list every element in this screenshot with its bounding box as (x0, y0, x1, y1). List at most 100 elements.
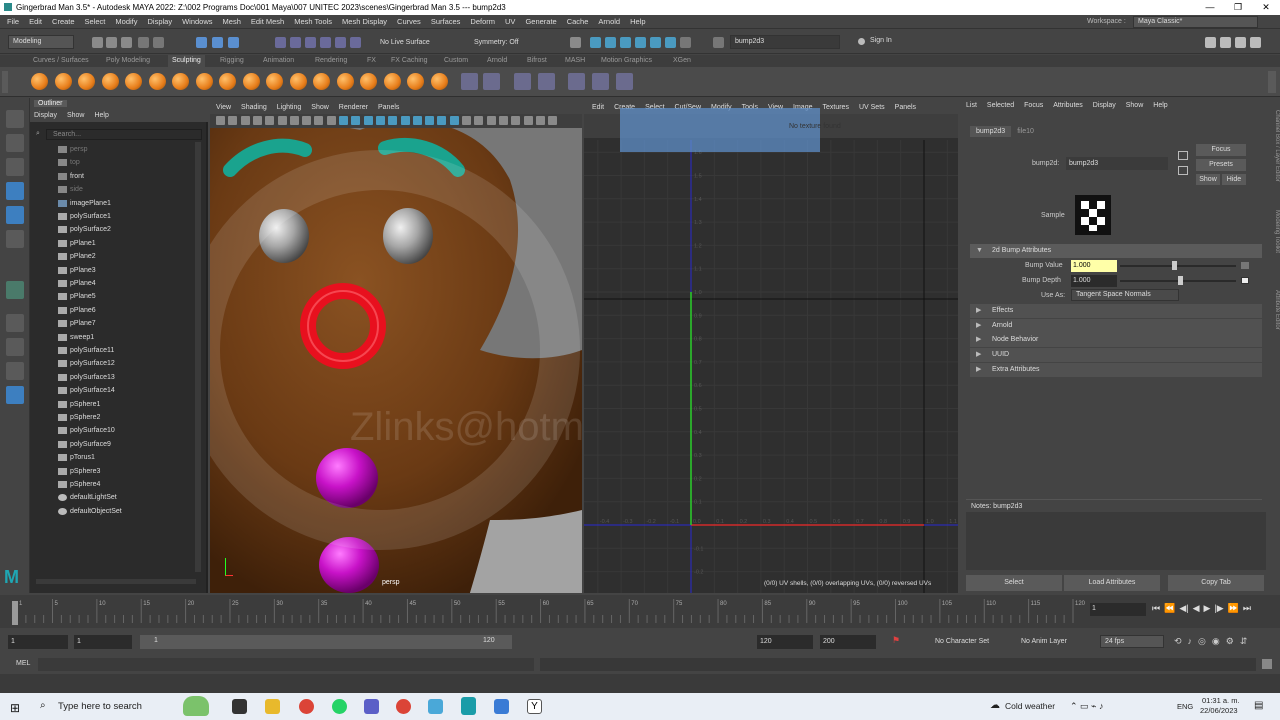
task-view-icon[interactable] (232, 699, 247, 714)
outliner-item[interactable]: pSphere1 (58, 398, 100, 411)
grab-brush-icon[interactable] (101, 73, 119, 90)
scrape-brush-icon[interactable] (289, 73, 307, 90)
teams-icon[interactable] (364, 699, 379, 714)
attr-menu-display[interactable]: Display (1093, 102, 1116, 109)
language-indicator[interactable]: ENG (1177, 702, 1193, 711)
side-tab-channel-box-layer-editor[interactable]: Channel Box / Layer Editor (1268, 110, 1280, 182)
step-forward-key-icon[interactable]: ⏩ (1228, 603, 1239, 614)
step-forward-frame-icon[interactable]: |▶ (1214, 603, 1223, 614)
hypershade-icon[interactable] (650, 37, 661, 48)
pinch-brush-icon[interactable] (125, 73, 142, 90)
snap-to-point-icon[interactable] (305, 37, 316, 48)
map-button-icon[interactable] (1241, 262, 1249, 269)
viewport-menu-shading[interactable]: Shading (241, 104, 267, 111)
attr-menu-selected[interactable]: Selected (987, 102, 1014, 109)
go-to-input-icon[interactable] (1178, 151, 1188, 160)
uv-menu-panels[interactable]: Panels (895, 104, 916, 111)
uv-menu-textures[interactable]: Textures (823, 104, 849, 111)
name-field[interactable]: bump2d3 (730, 35, 840, 49)
menu-modify[interactable]: Modify (110, 15, 142, 29)
section-effects[interactable]: ▶ Effects (970, 304, 1262, 318)
outliner-item[interactable]: imagePlane1 (58, 197, 111, 210)
outliner-item[interactable]: pSphere4 (58, 478, 100, 491)
animation-start-field[interactable]: 1 (8, 635, 68, 649)
select-tool-icon[interactable] (6, 110, 24, 128)
load-attributes-button[interactable]: Load Attributes (1064, 575, 1160, 591)
outliner-scrollbar[interactable] (195, 142, 201, 572)
notes-textarea[interactable] (966, 512, 1266, 570)
close-button[interactable]: ✕ (1252, 0, 1280, 15)
viewport-tool-icon[interactable] (314, 116, 324, 125)
unfreeze-all-icon[interactable] (483, 73, 500, 90)
focus-button[interactable]: Focus (1196, 144, 1246, 156)
outliner-item[interactable]: pPlane7 (58, 317, 96, 330)
select-by-object-icon[interactable] (212, 37, 223, 48)
menu-generate[interactable]: Generate (520, 15, 561, 29)
go-to-end-icon[interactable]: ⏭ (1243, 603, 1251, 614)
section-arnold[interactable]: ▶ Arnold (970, 318, 1262, 333)
anim-layer-dropdown[interactable]: No Anim Layer (1021, 638, 1067, 645)
attribute-editor-toggle-icon[interactable] (1220, 37, 1231, 48)
viewport-menu-show[interactable]: Show (311, 104, 329, 111)
perspective-viewport[interactable]: persp Zlinks@hotmail.com (210, 100, 582, 593)
viewport-tool-icon[interactable] (277, 116, 287, 125)
channel-box-icon[interactable] (1250, 37, 1261, 48)
presets-button[interactable]: Presets (1196, 159, 1246, 171)
foamy-brush-icon[interactable] (172, 73, 189, 90)
menu-file[interactable]: File (2, 15, 24, 29)
outliner-item[interactable]: side (58, 183, 83, 196)
attr-menu-attributes[interactable]: Attributes (1053, 102, 1083, 109)
shelf-tab-custom[interactable]: Custom (444, 55, 468, 67)
bump-value-slider-thumb[interactable] (1172, 261, 1178, 270)
four-view-layout-icon[interactable] (6, 338, 24, 356)
copy-tab-button[interactable]: Copy Tab (1168, 575, 1264, 591)
shelf-tab-curves-surfaces[interactable]: Curves / Surfaces (33, 55, 89, 67)
menu-display[interactable]: Display (143, 15, 178, 29)
panel-icon[interactable] (713, 37, 724, 48)
relax-brush-icon[interactable] (78, 73, 95, 90)
symmetry-label[interactable]: Symmetry: Off (474, 39, 519, 46)
section-node-behavior[interactable]: ▶ Node Behavior (970, 333, 1262, 348)
menu-deform[interactable]: Deform (465, 15, 500, 29)
viewport-menu-panels[interactable]: Panels (378, 104, 399, 111)
outliner-item[interactable]: polySurface10 (58, 424, 115, 437)
outliner-item[interactable]: polySurface14 (58, 384, 115, 397)
system-tray-icons[interactable]: ⌃ ▭ ⌁ ♪ (1070, 701, 1103, 712)
yandex-icon[interactable]: Y (527, 699, 542, 714)
outliner-item[interactable]: pPlane5 (58, 290, 96, 303)
menu-arnold[interactable]: Arnold (593, 15, 625, 29)
attr-menu-list[interactable]: List (966, 102, 977, 109)
bump-depth-field[interactable]: 1.000 (1071, 275, 1117, 287)
menu-mesh[interactable]: Mesh (218, 15, 246, 29)
menu-curves[interactable]: Curves (392, 15, 426, 29)
menu-mesh-display[interactable]: Mesh Display (337, 15, 392, 29)
weather-widget-icon[interactable] (183, 696, 209, 716)
snap-to-surface-icon[interactable] (335, 37, 346, 48)
outliner-item[interactable]: pPlane2 (58, 250, 96, 263)
outliner-item[interactable]: sweep1 (58, 331, 94, 344)
uv-menu-edit[interactable]: Edit (592, 104, 604, 111)
save-scene-icon[interactable] (121, 37, 132, 48)
viewport-tool-icon[interactable] (449, 116, 459, 125)
outliner-item[interactable]: pSphere2 (58, 411, 100, 424)
viewport-tool-icon[interactable] (363, 116, 373, 125)
animation-end-field[interactable]: 200 (820, 635, 876, 649)
sign-in-dropdown[interactable]: Sign In (866, 35, 934, 49)
outliner-hscrollbar[interactable] (36, 579, 196, 584)
menu-help[interactable]: Help (625, 15, 650, 29)
time-slider-settings-icon[interactable]: ⇵ (1240, 636, 1248, 647)
viewport-tool-icon[interactable] (252, 116, 262, 125)
menu-edit-mesh[interactable]: Edit Mesh (246, 15, 289, 29)
menu-surfaces[interactable]: Surfaces (426, 15, 466, 29)
single-perspective-layout-icon[interactable] (6, 314, 24, 332)
outliner-search-input[interactable]: Search... (46, 129, 202, 140)
outliner-item[interactable]: defaultLightSet (58, 491, 117, 504)
viewport-tool-icon[interactable] (523, 116, 533, 125)
attr-menu-show[interactable]: Show (1126, 102, 1144, 109)
shelf-tab-mash[interactable]: MASH (565, 55, 585, 67)
outliner-menu-display[interactable]: Display (34, 112, 57, 119)
notes-app-icon[interactable] (428, 699, 443, 714)
notification-icon[interactable]: ▤ (1254, 700, 1263, 711)
repeat-brush-icon[interactable] (219, 73, 236, 90)
go-to-start-icon[interactable]: ⏮ (1152, 603, 1160, 614)
